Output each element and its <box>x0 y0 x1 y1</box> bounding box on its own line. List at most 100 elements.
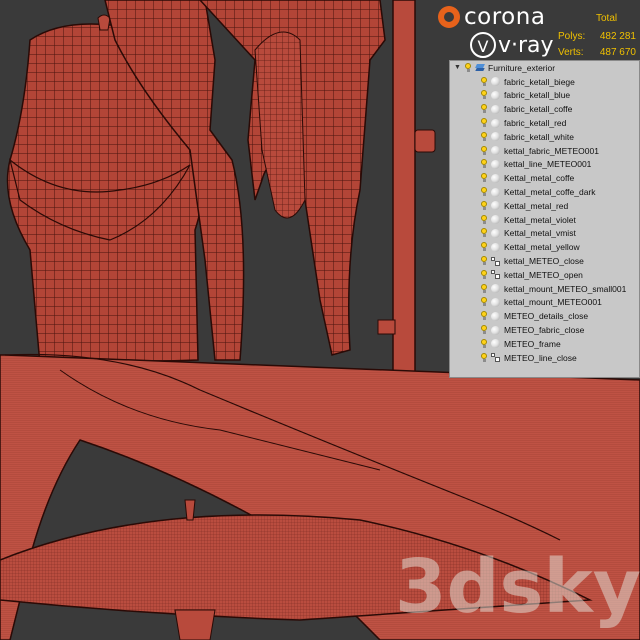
layer-row[interactable]: kettal_mount_METEO_small001 <box>450 282 639 296</box>
lightbulb-icon[interactable] <box>480 145 488 156</box>
layer-row[interactable]: fabric_ketall_coffe <box>450 102 639 116</box>
group-icon <box>491 270 500 280</box>
layer-row[interactable]: METEO_details_close <box>450 309 639 323</box>
group-icon <box>491 353 500 363</box>
sphere-icon <box>491 187 500 197</box>
lightbulb-icon[interactable] <box>480 187 488 197</box>
layer-row[interactable]: Kettal_metal_violet <box>450 213 639 227</box>
umbrella-pole <box>392 0 416 381</box>
layer-label: fabric_ketall_biege <box>504 76 575 87</box>
lightbulb-icon[interactable] <box>480 269 488 280</box>
vray-logo: V v·ray <box>470 30 554 60</box>
layer-label: METEO_details_close <box>504 311 589 322</box>
layer-row[interactable]: Kettal_metal_coffe <box>450 171 639 185</box>
lightbulb-icon[interactable] <box>480 242 488 252</box>
polys-label: Polys: <box>558 31 586 42</box>
lightbulb-icon[interactable] <box>480 352 488 363</box>
layer-label: fabric_ketall_coffe <box>504 104 573 115</box>
layer-label: kettal_fabric_METEO001 <box>504 145 599 156</box>
layer-label: Kettal_metal_coffe <box>504 173 575 184</box>
lightbulb-icon[interactable] <box>480 297 488 307</box>
vray-icon: V <box>470 32 496 58</box>
sphere-icon <box>491 201 500 211</box>
lightbulb-icon[interactable] <box>480 90 488 100</box>
layer-row[interactable]: METEO_frame <box>450 337 639 351</box>
sphere-icon <box>491 146 500 156</box>
verts-value: 487 670 <box>599 47 636 58</box>
lightbulb-icon[interactable] <box>480 311 488 321</box>
sphere-icon <box>491 104 500 114</box>
lightbulb-icon[interactable] <box>480 256 488 266</box>
sphere-icon <box>491 297 500 307</box>
sphere-icon <box>491 215 500 225</box>
layer-root-row[interactable]: ▼ Furniture_exterior <box>450 61 639 75</box>
sphere-icon <box>491 77 500 87</box>
watermark-3dsky: 3dsky <box>395 544 640 630</box>
layer-row[interactable]: fabric_ketall_biege <box>450 75 639 89</box>
layer-label: Kettal_metal_coffe_dark <box>504 187 596 198</box>
layer-row[interactable]: fabric_ketall_red <box>450 116 639 130</box>
sphere-icon <box>491 173 500 183</box>
layer-label: kettal_METEO_close <box>504 256 584 267</box>
sphere-icon <box>491 325 500 335</box>
layer-row[interactable]: kettal_METEO_close <box>450 254 639 268</box>
layer-row[interactable]: kettal_mount_METEO001 <box>450 296 639 310</box>
lightbulb-icon[interactable] <box>464 62 472 73</box>
layer-label: Kettal_metal_red <box>504 200 569 211</box>
layer-row[interactable]: METEO_fabric_close <box>450 323 639 337</box>
sphere-icon <box>491 228 500 238</box>
layer-row[interactable]: Kettal_metal_red <box>450 199 639 213</box>
layer-label: Kettal_metal_vmist <box>504 228 576 239</box>
layer-label: METEO_line_close <box>504 352 577 363</box>
lightbulb-icon[interactable] <box>480 325 488 335</box>
lightbulb-icon[interactable] <box>480 118 488 128</box>
lightbulb-icon[interactable] <box>480 131 488 142</box>
vray-label: v·ray <box>498 32 554 58</box>
lightbulb-icon[interactable] <box>480 76 488 87</box>
corona-icon <box>438 6 460 28</box>
layer-label: kettal_line_METEO001 <box>504 159 592 170</box>
layer-row[interactable]: fabric_ketall_blue <box>450 89 639 103</box>
collapse-arrow-icon[interactable]: ▼ <box>454 64 461 71</box>
corona-logo: corona <box>438 4 545 30</box>
lightbulb-icon[interactable] <box>480 228 488 238</box>
layer-row[interactable]: kettal_fabric_METEO001 <box>450 144 639 158</box>
layer-row[interactable]: Kettal_metal_coffe_dark <box>450 185 639 199</box>
layer-row[interactable]: fabric_ketall_white <box>450 130 639 144</box>
sphere-icon <box>491 118 500 128</box>
lightbulb-icon[interactable] <box>480 200 488 211</box>
sphere-icon <box>491 311 500 321</box>
polys-value: 482 281 <box>599 31 636 42</box>
layer-row[interactable]: Kettal_metal_yellow <box>450 240 639 254</box>
lightbulb-icon[interactable] <box>480 104 488 114</box>
lightbulb-icon[interactable] <box>480 159 488 169</box>
verts-label: Verts: <box>558 47 584 58</box>
corona-label: corona <box>464 4 546 30</box>
sphere-icon <box>491 242 500 252</box>
layer-label: METEO_fabric_close <box>504 325 585 336</box>
lightbulb-icon[interactable] <box>480 283 488 294</box>
layer-label: Kettal_metal_yellow <box>504 242 580 253</box>
sphere-icon <box>491 90 500 100</box>
layer-row[interactable]: kettal_line_METEO001 <box>450 158 639 172</box>
stats-total-label: Total <box>596 13 618 24</box>
group-icon <box>491 256 500 266</box>
sphere-icon <box>491 159 500 169</box>
layer-stack-icon <box>475 63 485 72</box>
sphere-icon <box>491 132 500 142</box>
layer-row[interactable]: METEO_line_close <box>450 351 639 365</box>
lightbulb-icon[interactable] <box>480 214 488 225</box>
layer-row[interactable]: kettal_METEO_open <box>450 268 639 282</box>
layer-label: fabric_ketall_red <box>504 118 567 129</box>
lightbulb-icon[interactable] <box>480 338 488 349</box>
stats-grid: Polys: 482 281 Verts: 487 670 <box>558 29 636 61</box>
layer-label: kettal_METEO_open <box>504 269 583 280</box>
layer-row[interactable]: Kettal_metal_vmist <box>450 227 639 241</box>
layer-label: kettal_mount_METEO_small001 <box>504 283 627 294</box>
layer-explorer-panel: ▼ Furniture_exterior fabric_ketall_biege… <box>449 60 640 378</box>
lightbulb-icon[interactable] <box>480 173 488 183</box>
layer-label: Kettal_metal_violet <box>504 214 576 225</box>
sphere-icon <box>491 339 500 349</box>
layer-label: fabric_ketall_white <box>504 131 574 142</box>
layer-root-label: Furniture_exterior <box>488 62 556 73</box>
